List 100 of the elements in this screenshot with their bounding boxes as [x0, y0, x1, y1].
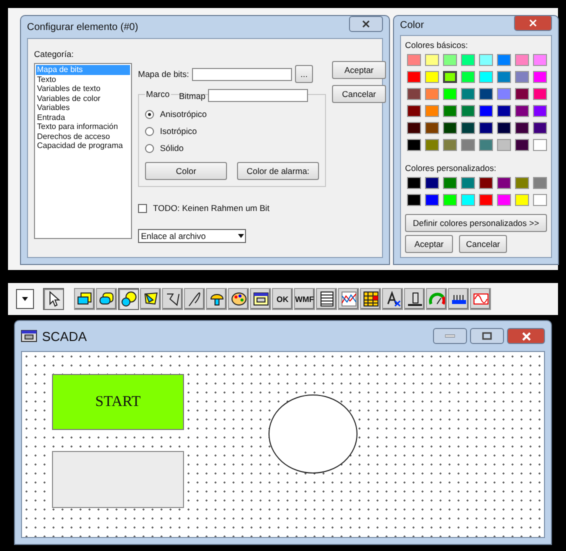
color-swatch[interactable]	[533, 54, 547, 66]
category-item[interactable]: Variables de color	[36, 94, 130, 103]
dropdown-button[interactable]	[16, 289, 34, 309]
category-item[interactable]: Entrada	[36, 112, 130, 122]
frame-bitmap-field[interactable]	[208, 89, 308, 102]
color-swatch[interactable]	[443, 177, 457, 189]
category-item[interactable]: Texto para información	[36, 122, 130, 132]
category-item[interactable]: Capacidad de programa	[36, 141, 130, 150]
color-swatch[interactable]	[515, 122, 529, 134]
color-swatch[interactable]	[443, 194, 457, 206]
color-swatch[interactable]	[461, 139, 475, 151]
color-swatch[interactable]	[515, 71, 529, 83]
color-swatch[interactable]	[479, 71, 493, 83]
tool-button[interactable]	[228, 288, 249, 310]
color-swatch[interactable]	[425, 105, 439, 117]
color-swatch[interactable]	[515, 105, 529, 117]
tool-button[interactable]	[316, 288, 337, 310]
color-swatch[interactable]	[497, 139, 511, 151]
tool-button[interactable]	[206, 288, 227, 310]
dialog-button[interactable]: Cancelar	[459, 235, 507, 253]
radio-button[interactable]	[145, 110, 154, 118]
color-swatch[interactable]	[479, 88, 493, 100]
tool-button[interactable]	[382, 288, 403, 310]
dialog-button[interactable]: Aceptar	[332, 61, 386, 79]
tool-button[interactable]	[360, 288, 381, 310]
color-swatch[interactable]	[443, 139, 457, 151]
color-swatch[interactable]	[407, 71, 421, 83]
color-swatch[interactable]	[497, 194, 511, 206]
color-swatch[interactable]	[515, 177, 529, 189]
color-swatch[interactable]	[407, 88, 421, 100]
color-swatch[interactable]	[461, 122, 475, 134]
category-item[interactable]: Variables de texto	[36, 84, 130, 94]
color-swatch[interactable]	[479, 122, 493, 134]
color-swatch[interactable]	[407, 122, 421, 134]
color-swatch[interactable]	[533, 194, 547, 206]
color-swatch[interactable]	[407, 105, 421, 117]
color-swatch[interactable]	[407, 54, 421, 66]
color-swatch[interactable]	[533, 88, 547, 100]
start-button[interactable]: START	[52, 374, 184, 430]
close-button[interactable]	[507, 328, 545, 344]
color-swatch[interactable]	[479, 194, 493, 206]
tool-button[interactable]	[118, 288, 139, 310]
dialog-button[interactable]: Cancelar	[332, 85, 386, 103]
tool-button[interactable]	[140, 288, 161, 310]
color-swatch[interactable]	[461, 54, 475, 66]
color-swatch[interactable]	[443, 122, 457, 134]
color-swatch[interactable]	[425, 88, 439, 100]
color-swatch[interactable]	[443, 88, 457, 100]
color-swatch[interactable]	[425, 122, 439, 134]
maximize-button[interactable]	[470, 328, 504, 344]
color-swatch[interactable]	[425, 177, 439, 189]
dialog-button[interactable]: Aceptar	[405, 235, 453, 253]
color-swatch[interactable]	[515, 88, 529, 100]
radio-button[interactable]	[145, 144, 154, 152]
color-swatch[interactable]	[461, 194, 475, 206]
color-swatch[interactable]	[425, 71, 439, 83]
color-swatch[interactable]	[407, 177, 421, 189]
color-swatch[interactable]	[443, 54, 457, 66]
color-swatch[interactable]	[515, 54, 529, 66]
browse-button[interactable]: ...	[295, 65, 314, 83]
define-colors-button[interactable]: Definir colores personalizados >>	[405, 214, 547, 232]
color-swatch[interactable]	[443, 105, 457, 117]
color-swatch[interactable]	[515, 139, 529, 151]
tool-button[interactable]	[74, 288, 95, 310]
color-swatch[interactable]	[407, 194, 421, 206]
color-swatch[interactable]	[533, 177, 547, 189]
color-swatch[interactable]	[497, 71, 511, 83]
minimize-button[interactable]	[433, 328, 467, 344]
color-swatch[interactable]	[479, 177, 493, 189]
color-swatch[interactable]	[497, 177, 511, 189]
tool-button[interactable]	[162, 288, 183, 310]
color-swatch[interactable]	[407, 139, 421, 151]
color-swatch[interactable]	[533, 122, 547, 134]
tool-button[interactable]: WMF	[294, 288, 315, 310]
category-item[interactable]: Derechos de acceso	[36, 132, 130, 141]
color-swatch[interactable]	[533, 105, 547, 117]
color-swatch[interactable]	[425, 194, 439, 206]
color-swatch[interactable]	[497, 54, 511, 66]
close-button[interactable]	[349, 16, 383, 32]
color-swatch[interactable]	[497, 105, 511, 117]
tool-button[interactable]	[43, 288, 64, 310]
color-swatch[interactable]	[479, 139, 493, 151]
color-swatch[interactable]	[425, 139, 439, 151]
tool-button[interactable]	[184, 288, 205, 310]
color-swatch[interactable]	[479, 54, 493, 66]
color-button[interactable]: Color de alarma:	[237, 162, 319, 180]
tool-button[interactable]	[250, 288, 271, 310]
color-swatch[interactable]	[479, 105, 493, 117]
tool-button[interactable]: OK	[272, 288, 293, 310]
color-swatch[interactable]	[497, 88, 511, 100]
color-swatch[interactable]	[497, 122, 511, 134]
bitmap-field[interactable]	[192, 68, 292, 80]
color-button[interactable]: Color	[145, 162, 227, 180]
radio-button[interactable]	[145, 126, 154, 136]
color-swatch[interactable]	[461, 88, 475, 100]
close-button[interactable]	[514, 14, 552, 30]
tool-button[interactable]	[448, 288, 469, 310]
color-swatch[interactable]	[443, 71, 457, 83]
color-swatch[interactable]	[461, 71, 475, 83]
color-swatch[interactable]	[515, 194, 529, 206]
